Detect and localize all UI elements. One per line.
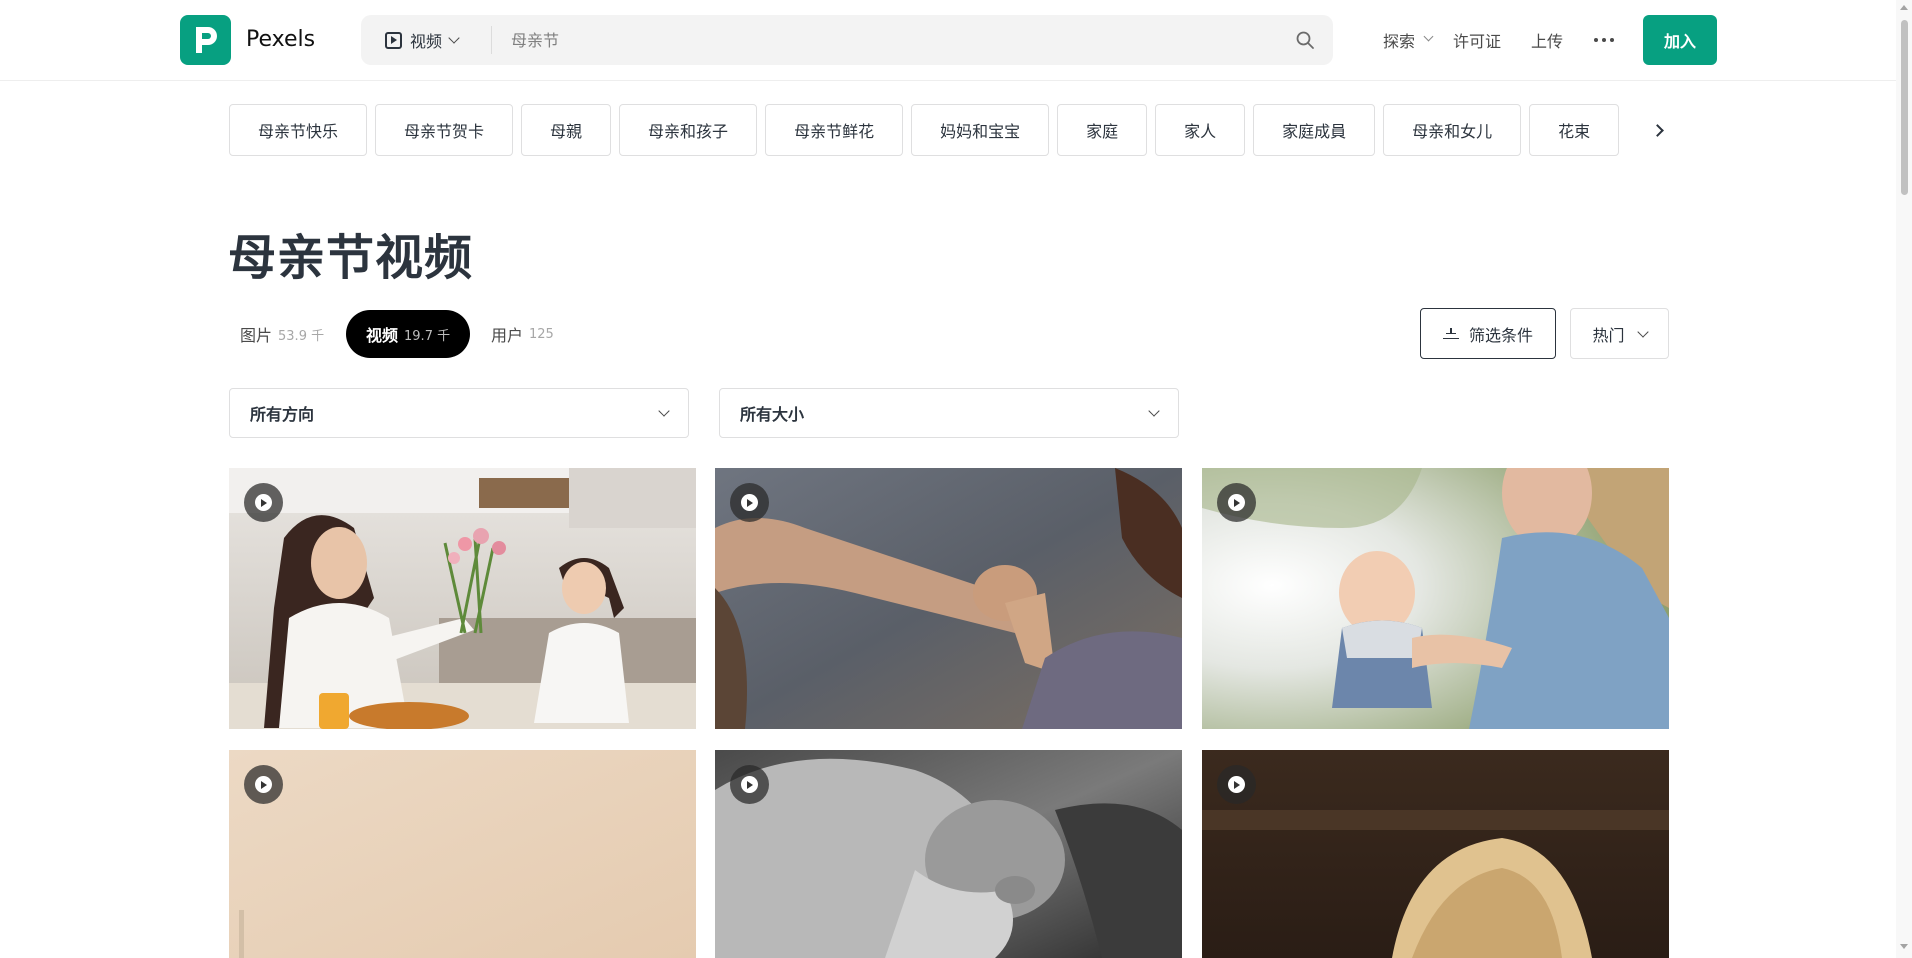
related-search-chip[interactable]: 花束 [1529,104,1620,156]
play-square-icon [385,31,402,49]
related-search-chip[interactable]: 母亲节贺卡 [375,104,514,156]
related-search-chip[interactable]: 母亲和孩子 [619,104,758,156]
related-searches: 母亲节快乐 母亲节贺卡 母親 母亲和孩子 母亲节鲜花 妈妈和宝宝 家庭 家人 家… [229,104,1653,156]
tab-label: 图片 [240,326,273,345]
search-input[interactable] [511,15,1271,65]
video-thumbnail-image [715,750,1182,958]
play-icon [730,483,769,522]
video-thumbnail-image [229,750,696,958]
filter-icon [1442,327,1459,340]
filter-label: 筛选条件 [1468,325,1533,345]
search-icon[interactable] [1295,30,1315,50]
play-icon [1217,483,1256,522]
search-divider [491,26,492,54]
video-thumbnail[interactable] [1202,468,1669,729]
search-type-select[interactable]: 视频 [385,15,460,65]
nav-license[interactable]: 许可证 [1453,28,1501,52]
video-thumbnail[interactable] [715,468,1182,729]
related-search-chip[interactable]: 母亲和女儿 [1383,104,1522,156]
related-search-chip[interactable]: 家庭成員 [1253,104,1376,156]
tab-label: 用户 [491,326,524,345]
chevron-down-icon [1423,31,1434,42]
size-label: 所有大小 [740,405,805,424]
related-search-chip[interactable]: 妈妈和宝宝 [911,104,1050,156]
video-thumbnail[interactable] [229,468,696,729]
play-icon [244,765,283,804]
tab-count: 19.7 千 [404,328,451,344]
brand-name[interactable]: Pexels [246,27,315,52]
size-dropdown[interactable]: 所有大小 [719,388,1179,438]
nav-explore[interactable]: 探索 [1383,28,1415,52]
related-search-chip[interactable]: 家庭 [1057,104,1148,156]
scroll-up-arrow-icon[interactable] [1900,5,1908,10]
related-search-chip[interactable]: 母親 [521,104,612,156]
video-thumbnail-image [715,468,1182,729]
sort-label: 热门 [1592,325,1625,345]
search-type-label: 视频 [410,32,443,51]
video-thumbnail-image [1202,468,1669,729]
more-icon[interactable] [1594,30,1614,50]
orientation-label: 所有方向 [250,405,315,424]
chevron-down-icon [658,405,670,417]
chevron-down-icon [1148,405,1160,417]
chevron-down-icon [448,32,460,44]
page-title: 母亲节视频 [228,230,474,286]
play-icon [244,483,283,522]
sort-select[interactable]: 热门 [1570,308,1669,359]
video-thumbnail[interactable] [229,750,696,958]
tab-photos[interactable]: 图片 53.9 千 [227,310,337,358]
tab-count: 125 [529,326,554,342]
tab-count: 53.9 千 [278,328,325,344]
chevron-right-icon[interactable] [1648,117,1670,143]
logo-icon[interactable] [180,15,231,65]
related-search-chip[interactable]: 母亲节鲜花 [765,104,904,156]
join-button[interactable]: 加入 [1643,15,1717,65]
orientation-dropdown[interactable]: 所有方向 [229,388,689,438]
top-navigation: Pexels 视频 探索 许可证 上传 加入 [0,0,1896,81]
video-thumbnail-image [1202,750,1669,958]
play-icon [730,765,769,804]
related-search-chip[interactable]: 母亲节快乐 [229,104,368,156]
tab-label: 视频 [366,326,399,345]
video-thumbnail[interactable] [1202,750,1669,958]
video-thumbnail-image [229,468,696,729]
nav-upload[interactable]: 上传 [1531,28,1563,52]
scroll-thumb[interactable] [1901,20,1908,195]
tab-users[interactable]: 用户 125 [478,310,567,358]
filter-button[interactable]: 筛选条件 [1420,308,1556,359]
scroll-down-arrow-icon[interactable] [1900,944,1908,949]
tab-videos[interactable]: 视频 19.7 千 [346,310,471,358]
play-icon [1217,765,1256,804]
related-search-chip[interactable]: 家人 [1155,104,1246,156]
search-bar: 视频 [361,15,1333,65]
scrollbar[interactable] [1896,0,1912,958]
chevron-down-icon [1636,325,1649,338]
video-thumbnail[interactable] [715,750,1182,958]
